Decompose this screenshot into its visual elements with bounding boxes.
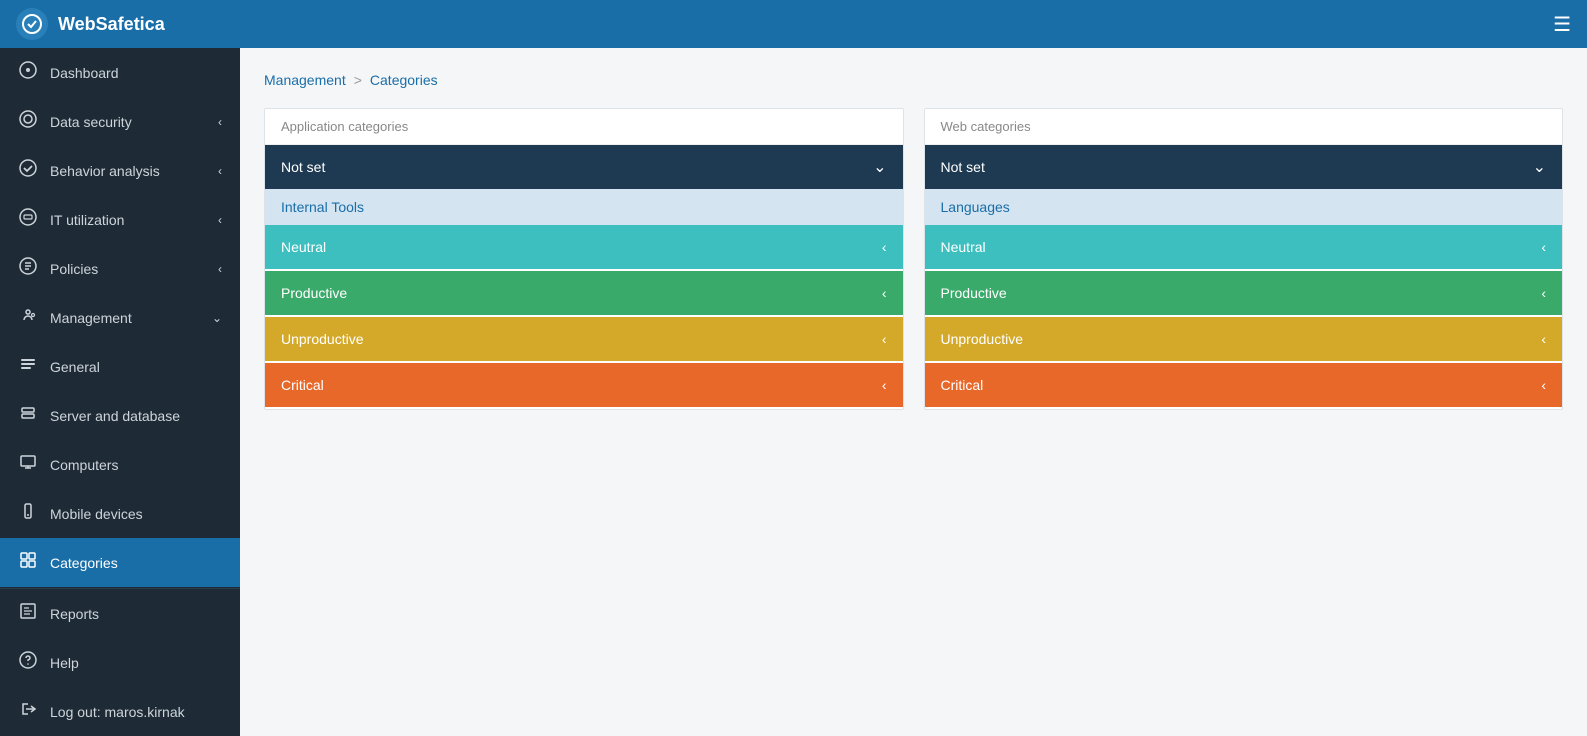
- sidebar-item-general[interactable]: General: [0, 342, 240, 391]
- category-row-unproductive[interactable]: Unproductive ‹: [265, 317, 903, 361]
- sidebar-arrow-data-security: ‹: [218, 115, 222, 129]
- logout-icon: [18, 700, 38, 723]
- category-chevron-critical: ‹: [882, 377, 887, 393]
- management-icon: [18, 306, 38, 329]
- categories-icon: [18, 551, 38, 574]
- breadcrumb-parent[interactable]: Management: [264, 72, 346, 88]
- sidebar-item-mobile-devices[interactable]: Mobile devices: [0, 489, 240, 538]
- category-row-productive[interactable]: Productive ‹: [925, 271, 1563, 315]
- hamburger-icon[interactable]: ☰: [1553, 12, 1571, 37]
- category-chevron-productive: ‹: [1541, 285, 1546, 301]
- sidebar: Dashboard Data security ‹ Behavior analy…: [0, 48, 240, 736]
- main-content: Management > Categories Application cate…: [240, 48, 1587, 736]
- sidebar-label-server-and-database: Server and database: [50, 408, 180, 424]
- web-categories-panel: Web categories Not set ⌄ Languages Neutr…: [924, 108, 1564, 410]
- mobile-devices-icon: [18, 502, 38, 525]
- sidebar-arrow-policies: ‹: [218, 262, 222, 276]
- sidebar-label-policies: Policies: [50, 261, 98, 277]
- category-label-productive: Productive: [281, 285, 347, 301]
- app-categories-header: Application categories: [265, 109, 903, 145]
- web-categories-dropdown[interactable]: Not set ⌄: [925, 145, 1563, 189]
- category-row-unproductive[interactable]: Unproductive ‹: [925, 317, 1563, 361]
- sidebar-item-dashboard[interactable]: Dashboard: [0, 48, 240, 97]
- app-categories-dropdown[interactable]: Not set ⌄: [265, 145, 903, 189]
- category-chevron-unproductive: ‹: [882, 331, 887, 347]
- sidebar-item-logout[interactable]: Log out: maros.kirnak: [0, 687, 240, 736]
- category-label-unproductive: Unproductive: [941, 331, 1024, 347]
- category-label-neutral: Neutral: [941, 239, 986, 255]
- sidebar-item-help[interactable]: Help: [0, 638, 240, 687]
- sidebar-label-data-security: Data security: [50, 114, 132, 130]
- server-and-database-icon: [18, 404, 38, 427]
- web-dropdown-arrow-icon: ⌄: [1533, 157, 1546, 177]
- sidebar-item-it-utilization[interactable]: IT utilization ‹: [0, 195, 240, 244]
- computers-icon: [18, 453, 38, 476]
- topbar: WebSafetica ☰: [0, 0, 1587, 48]
- layout: Dashboard Data security ‹ Behavior analy…: [0, 48, 1587, 736]
- breadcrumb: Management > Categories: [264, 72, 1563, 88]
- category-label-unproductive: Unproductive: [281, 331, 364, 347]
- sidebar-label-categories: Categories: [50, 555, 118, 571]
- category-chevron-unproductive: ‹: [1541, 331, 1546, 347]
- sidebar-label-general: General: [50, 359, 100, 375]
- category-label-critical: Critical: [281, 377, 324, 393]
- category-row-neutral[interactable]: Neutral ‹: [925, 225, 1563, 269]
- app-selected-item[interactable]: Internal Tools: [265, 189, 903, 225]
- sidebar-label-mobile-devices: Mobile devices: [50, 506, 143, 522]
- web-selected-item[interactable]: Languages: [925, 189, 1563, 225]
- sidebar-label-it-utilization: IT utilization: [50, 212, 124, 228]
- category-row-productive[interactable]: Productive ‹: [265, 271, 903, 315]
- sidebar-item-behavior-analysis[interactable]: Behavior analysis ‹: [0, 146, 240, 195]
- dashboard-icon: [18, 61, 38, 84]
- category-chevron-productive: ‹: [882, 285, 887, 301]
- general-icon: [18, 355, 38, 378]
- category-label-productive: Productive: [941, 285, 1007, 301]
- behavior-analysis-icon: [18, 159, 38, 182]
- category-row-neutral[interactable]: Neutral ‹: [265, 225, 903, 269]
- data-security-icon: [18, 110, 38, 133]
- sidebar-arrow-it-utilization: ‹: [218, 213, 222, 227]
- web-categories-header: Web categories: [925, 109, 1563, 145]
- reports-icon: [18, 602, 38, 625]
- categories-wrapper: Application categories Not set ⌄ Interna…: [264, 108, 1563, 410]
- web-dropdown-label: Not set: [941, 159, 985, 175]
- category-row-critical[interactable]: Critical ‹: [265, 363, 903, 407]
- sidebar-arrow-management: ⌄: [212, 311, 222, 325]
- policies-icon: [18, 257, 38, 280]
- sidebar-label-management: Management: [50, 310, 132, 326]
- category-row-critical[interactable]: Critical ‹: [925, 363, 1563, 407]
- sidebar-item-data-security[interactable]: Data security ‹: [0, 97, 240, 146]
- breadcrumb-separator: >: [354, 72, 362, 88]
- sidebar-item-policies[interactable]: Policies ‹: [0, 244, 240, 293]
- sidebar-arrow-behavior-analysis: ‹: [218, 164, 222, 178]
- help-icon: [18, 651, 38, 674]
- sidebar-item-management[interactable]: Management ⌄: [0, 293, 240, 342]
- category-label-neutral: Neutral: [281, 239, 326, 255]
- logo-icon: [16, 8, 48, 40]
- sidebar-item-server-and-database[interactable]: Server and database: [0, 391, 240, 440]
- category-label-critical: Critical: [941, 377, 984, 393]
- category-chevron-critical: ‹: [1541, 377, 1546, 393]
- application-categories-panel: Application categories Not set ⌄ Interna…: [264, 108, 904, 410]
- category-chevron-neutral: ‹: [1541, 239, 1546, 255]
- sidebar-item-categories[interactable]: Categories: [0, 538, 240, 587]
- sidebar-label-computers: Computers: [50, 457, 118, 473]
- sidebar-label-help: Help: [50, 655, 79, 671]
- sidebar-item-reports[interactable]: Reports: [0, 589, 240, 638]
- sidebar-label-reports: Reports: [50, 606, 99, 622]
- sidebar-label-dashboard: Dashboard: [50, 65, 119, 81]
- category-chevron-neutral: ‹: [882, 239, 887, 255]
- sidebar-label-logout: Log out: maros.kirnak: [50, 704, 185, 720]
- app-name: WebSafetica: [58, 14, 165, 35]
- app-logo: WebSafetica: [16, 8, 165, 40]
- sidebar-label-behavior-analysis: Behavior analysis: [50, 163, 160, 179]
- breadcrumb-current: Categories: [370, 72, 438, 88]
- app-dropdown-label: Not set: [281, 159, 325, 175]
- it-utilization-icon: [18, 208, 38, 231]
- sidebar-item-computers[interactable]: Computers: [0, 440, 240, 489]
- app-dropdown-arrow-icon: ⌄: [873, 157, 886, 177]
